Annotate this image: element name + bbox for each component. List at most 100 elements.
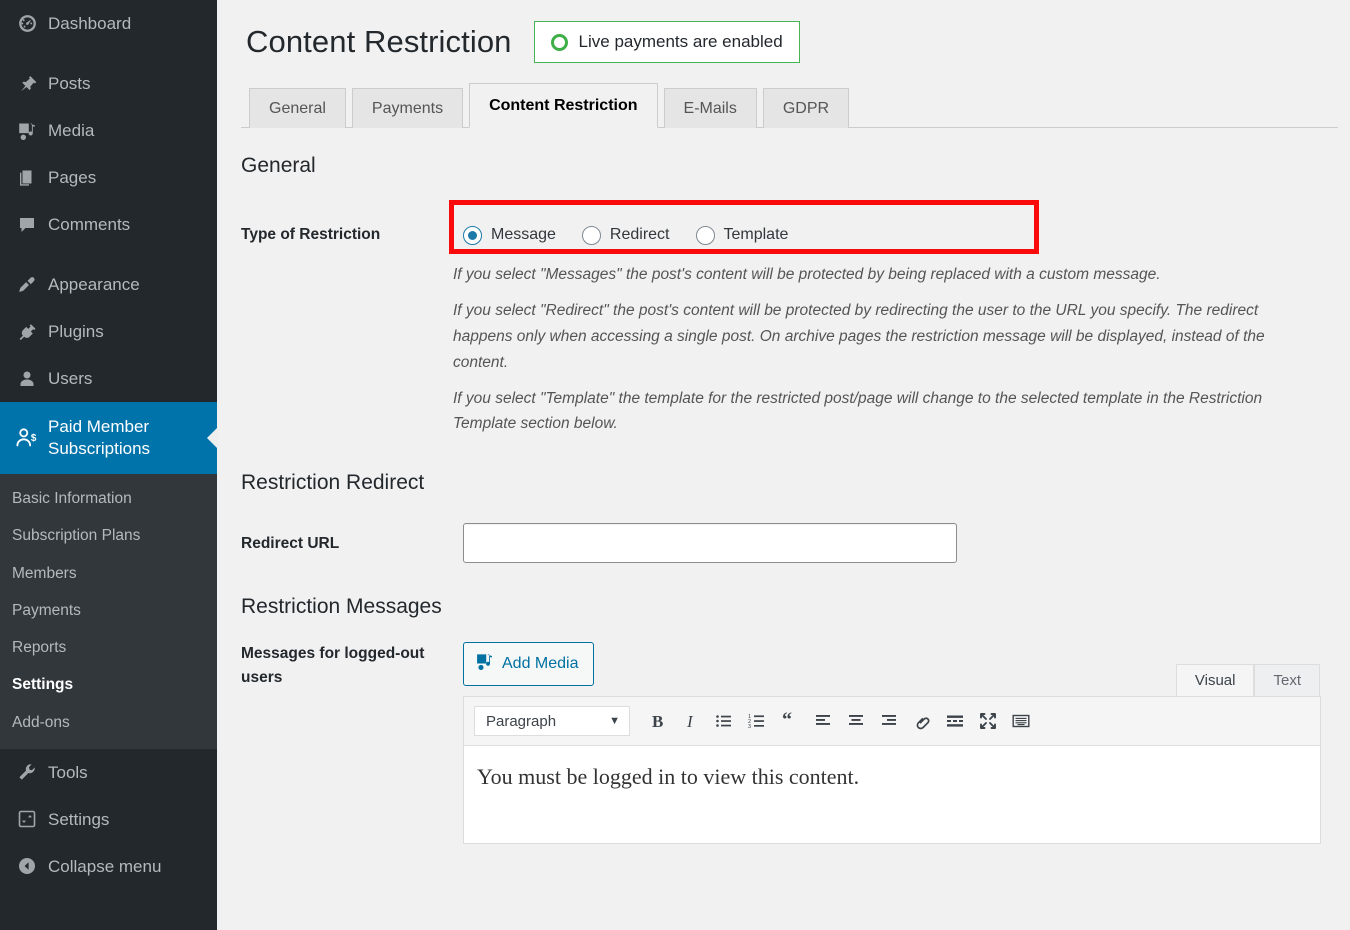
chevron-down-icon: ▼ [609,715,620,728]
settings-tab-nav: General Payments Content Restriction E-M… [241,82,1338,128]
sidebar-item-settings[interactable]: Settings [0,796,217,843]
sidebar-separator [0,248,217,261]
redirect-url-label: Redirect URL [241,534,340,552]
comment-bubble-icon [10,215,44,235]
general-section-heading: General [241,154,316,177]
editor-content-area[interactable]: You must be logged in to view this conte… [464,746,1320,844]
user-dollar-icon: $ [10,426,44,451]
submenu-item-members[interactable]: Members [0,555,217,592]
toolbar-toggle-icon[interactable] [1006,706,1036,736]
settings-sliders-icon [10,809,44,829]
radio-option-template[interactable]: Template [695,225,788,245]
radio-redirect-input[interactable] [581,225,601,245]
submenu-item-add-ons[interactable]: Add-ons [0,704,217,741]
align-right-icon[interactable] [874,706,904,736]
link-icon[interactable] [907,706,937,736]
sidebar-item-label: Comments [48,214,131,234]
sidebar-item-tools[interactable]: Tools [0,749,217,796]
sidebar-item-label: Tools [48,762,88,782]
sidebar-item-label: Appearance [48,274,140,294]
editor-mode-tabs: Visual Text [1175,664,1320,697]
plug-icon [10,322,44,342]
paintbrush-icon [10,275,44,295]
insert-read-more-icon[interactable] [940,706,970,736]
sidebar-submenu: Basic Information Subscription Plans Mem… [0,474,217,749]
blockquote-icon[interactable]: “ [775,706,805,736]
sidebar-item-posts[interactable]: Posts [0,60,217,107]
type-of-restriction-label: Type of Restriction [241,226,381,244]
sidebar-lower-group: Tools Settings Collapse menu [0,748,217,890]
numbered-list-icon[interactable]: 123 [742,706,772,736]
restriction-descriptions: If you select "Messages" the post's cont… [453,262,1315,437]
media-icon [475,652,494,676]
tab-gdpr[interactable]: GDPR [762,88,850,128]
wordpress-admin-screen: Dashboard Posts Media Pages Comments App… [0,0,1350,930]
submenu-item-payments[interactable]: Payments [0,592,217,629]
tab-content-restriction[interactable]: Content Restriction [469,83,658,128]
bold-icon[interactable]: B [643,706,673,736]
redirect-url-input[interactable] [463,523,957,564]
radio-option-label: Redirect [609,226,670,243]
tab-payments[interactable]: Payments [351,88,464,128]
page-header: Content Restriction Live payments are en… [217,0,1350,63]
svg-text:B: B [652,712,663,731]
submenu-item-basic-information[interactable]: Basic Information [0,480,217,517]
submenu-item-subscription-plans[interactable]: Subscription Plans [0,517,217,554]
tab-text[interactable]: Text [1254,664,1320,697]
radio-option-label: Message [491,226,556,243]
add-media-button[interactable]: Add Media [463,642,594,687]
dashboard-gauge-icon [10,13,44,34]
wysiwyg-editor: Add Media Visual Text Paragraph ▼ B I 1 … [463,642,1350,845]
align-left-icon[interactable] [808,706,838,736]
add-media-label: Add Media [502,655,579,673]
svg-text:“: “ [782,711,792,731]
sidebar-item-appearance[interactable]: Appearance [0,261,217,308]
sidebar-item-label: Settings [48,809,110,829]
restriction-redirect-heading: Restriction Redirect [241,471,425,495]
submenu-item-reports[interactable]: Reports [0,629,217,666]
align-center-icon[interactable] [841,706,871,736]
sidebar-item-label: Posts [48,73,91,93]
collapse-arrow-icon [10,856,44,876]
radio-option-redirect[interactable]: Redirect [581,225,670,245]
sidebar-item-label: Pages [48,167,97,187]
restriction-type-radio-group: Message Redirect Template [463,225,814,245]
bulleted-list-icon[interactable] [709,706,739,736]
sidebar-item-label: Media [48,120,95,140]
logged-out-messages-row: Messages for logged-out users Add Media … [241,642,1350,845]
sidebar-item-paid-member-subscriptions[interactable]: $ Paid Member Subscriptions [0,402,218,474]
svg-text:$: $ [30,432,36,443]
svg-text:I: I [686,712,694,731]
pages-icon [10,168,44,188]
green-ring-icon [550,33,568,51]
type-of-restriction-row: Type of Restriction Message Redirect Tem… [241,200,1350,254]
svg-text:3: 3 [748,724,751,730]
description-template: If you select "Template" the template fo… [453,389,1263,433]
sidebar-item-comments[interactable]: Comments [0,201,217,248]
radio-option-message[interactable]: Message [463,225,556,245]
italic-icon[interactable]: I [676,706,706,736]
sidebar-item-plugins[interactable]: Plugins [0,308,217,355]
tab-general[interactable]: General [249,88,346,128]
sidebar-item-dashboard[interactable]: Dashboard [0,0,217,47]
page-title: Content Restriction [246,24,512,59]
sidebar-item-label: Users [48,368,93,388]
description-message: If you select "Messages" the post's cont… [453,266,1161,283]
sidebar-item-collapse-menu[interactable]: Collapse menu [0,843,217,890]
sidebar-item-label: Collapse menu [48,856,162,876]
status-badge: Live payments are enabled [533,21,800,63]
tab-emails[interactable]: E-Mails [663,88,757,128]
radio-template-input[interactable] [695,225,715,245]
tab-visual[interactable]: Visual [1175,664,1255,697]
editor-shell: Visual Text Paragraph ▼ B I 1 2 3 “ You … [463,664,1321,845]
paragraph-format-value: Paragraph [486,712,557,730]
paragraph-format-select[interactable]: Paragraph ▼ [474,706,630,737]
submenu-item-settings[interactable]: Settings [0,666,217,703]
editor-toolbar: Paragraph ▼ B I 123 “ [464,697,1320,747]
pin-icon [10,74,44,94]
fullscreen-icon[interactable] [973,706,1003,736]
sidebar-item-media[interactable]: Media [0,107,217,154]
radio-message-input[interactable] [463,225,482,245]
sidebar-item-pages[interactable]: Pages [0,154,217,201]
sidebar-item-users[interactable]: Users [0,355,217,402]
